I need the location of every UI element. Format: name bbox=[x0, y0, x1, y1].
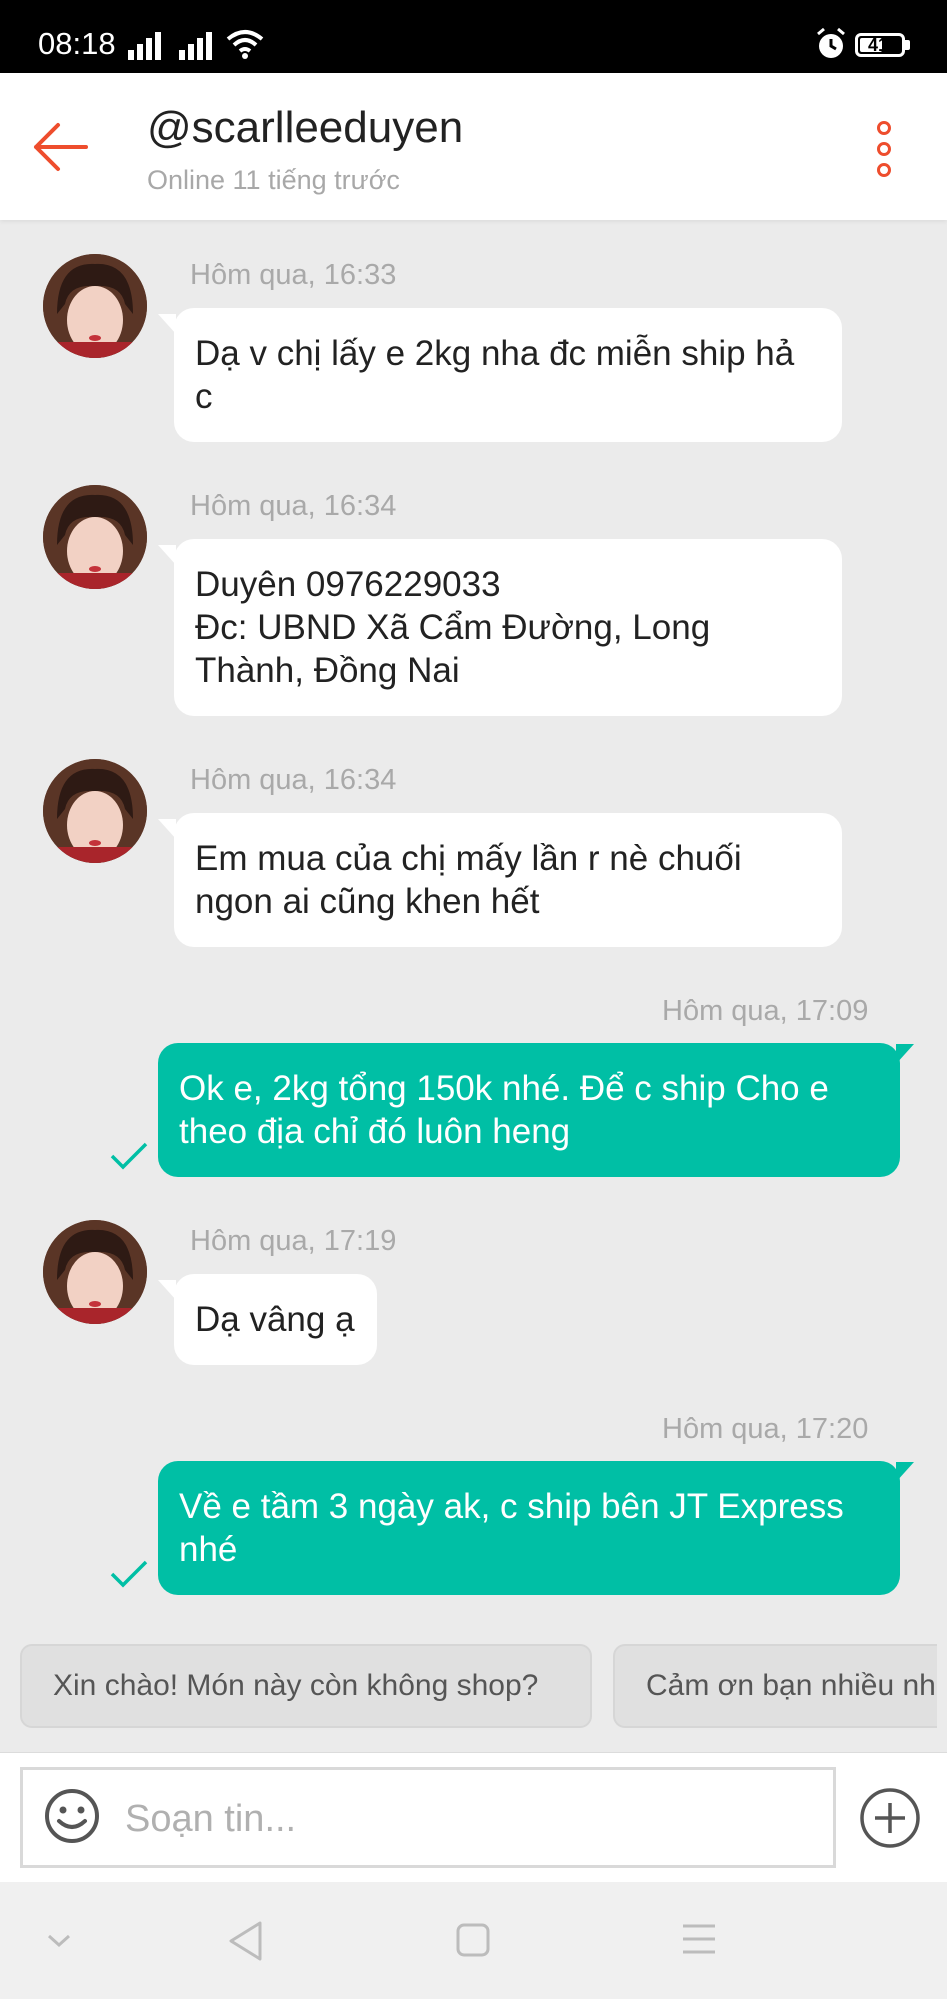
message-timestamp: Hôm qua, 17:19 bbox=[190, 1225, 397, 1257]
message-text: Duyên 0976229033 Đc: UBND Xã Cẩm Đường, … bbox=[195, 565, 711, 690]
message-text: Ok e, 2kg tổng 150k nhé. Để c ship Cho e… bbox=[179, 1069, 829, 1151]
smiley-icon[interactable] bbox=[43, 1787, 101, 1845]
message-input[interactable] bbox=[123, 1786, 817, 1852]
message-timestamp: Hôm qua, 17:20 bbox=[662, 1413, 869, 1445]
avatar[interactable] bbox=[43, 1220, 147, 1324]
message-bubble-incoming[interactable]: Em mua của chị mấy lần r nè chuối ngon a… bbox=[174, 813, 842, 947]
status-time: 08:18 bbox=[38, 26, 116, 61]
message-text: Dạ v chị lấy e 2kg nha đc miễn ship hả c bbox=[195, 334, 795, 416]
message-timestamp: Hôm qua, 17:09 bbox=[662, 995, 869, 1027]
message-timestamp: Hôm qua, 16:34 bbox=[190, 764, 397, 796]
battery-level: 41 bbox=[868, 35, 889, 55]
quick-reply-chip[interactable]: Xin chào! Món này còn không shop? bbox=[20, 1644, 592, 1728]
avatar[interactable] bbox=[43, 759, 147, 863]
status-bar: 08:18 41 bbox=[0, 0, 947, 73]
contact-name: @scarlleeduyen bbox=[147, 103, 464, 152]
online-status: Online 11 tiếng trước bbox=[147, 165, 400, 195]
more-button[interactable] bbox=[862, 119, 906, 179]
compose-box bbox=[20, 1767, 836, 1868]
avatar[interactable] bbox=[43, 254, 147, 358]
message-text: Về e tầm 3 ngày ak, c ship bên JT Expres… bbox=[179, 1487, 844, 1569]
chat-header: @scarlleeduyen Online 11 tiếng trước bbox=[0, 73, 947, 220]
chevron-down-icon[interactable] bbox=[46, 1932, 72, 1950]
alarm-icon bbox=[817, 27, 845, 58]
compose-bar bbox=[0, 1752, 947, 1883]
avatar-image bbox=[43, 485, 147, 589]
more-vertical-icon bbox=[877, 121, 891, 177]
message-timestamp: Hôm qua, 16:34 bbox=[190, 490, 397, 522]
arrow-left-icon bbox=[34, 123, 88, 171]
check-icon bbox=[110, 1560, 148, 1588]
message-bubble-outgoing[interactable]: Ok e, 2kg tổng 150k nhé. Để c ship Cho e… bbox=[158, 1043, 900, 1177]
message-bubble-incoming[interactable]: Dạ v chị lấy e 2kg nha đc miễn ship hả c bbox=[174, 308, 842, 442]
avatar[interactable] bbox=[43, 485, 147, 589]
check-icon bbox=[110, 1142, 148, 1170]
message-text: Em mua của chị mấy lần r nè chuối ngon a… bbox=[195, 839, 742, 921]
wifi-icon bbox=[226, 30, 264, 59]
system-nav-bar bbox=[0, 1882, 947, 1999]
battery-icon: 41 bbox=[855, 33, 905, 57]
back-button[interactable] bbox=[30, 117, 100, 177]
avatar-image bbox=[43, 254, 147, 358]
message-bubble-incoming[interactable]: Dạ vâng ạ bbox=[174, 1274, 377, 1365]
message-text: Dạ vâng ạ bbox=[195, 1300, 355, 1339]
quick-reply-chip[interactable]: Cảm ơn bạn nhiều nh bbox=[613, 1644, 937, 1728]
plus-circle-icon[interactable] bbox=[858, 1786, 922, 1850]
avatar-image bbox=[43, 1220, 147, 1324]
signal-icon bbox=[179, 32, 212, 60]
avatar-image bbox=[43, 759, 147, 863]
home-square-icon[interactable] bbox=[455, 1922, 491, 1958]
message-bubble-incoming[interactable]: Duyên 0976229033 Đc: UBND Xã Cẩm Đường, … bbox=[174, 539, 842, 716]
message-bubble-outgoing[interactable]: Về e tầm 3 ngày ak, c ship bên JT Expres… bbox=[158, 1461, 900, 1595]
back-triangle-icon[interactable] bbox=[226, 1920, 266, 1962]
message-timestamp: Hôm qua, 16:33 bbox=[190, 259, 397, 291]
signal-icon bbox=[128, 32, 161, 60]
menu-icon[interactable] bbox=[680, 1922, 718, 1956]
